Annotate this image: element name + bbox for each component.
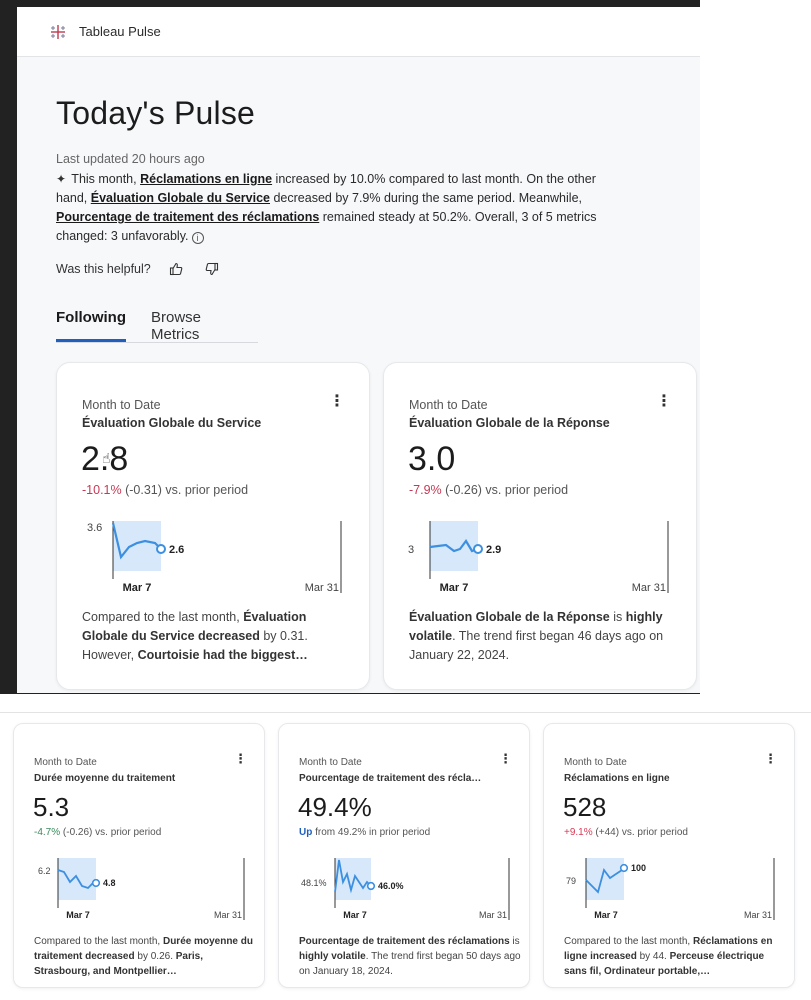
metrics-tabs: Following Browse Metrics xyxy=(56,309,258,343)
app-header: Tableau Pulse xyxy=(17,7,700,57)
card-change: +9.1% (+44) vs. prior period xyxy=(564,827,688,838)
sparkline-highlight xyxy=(113,521,161,571)
sparkline-x-start: Mar 7 xyxy=(440,582,469,593)
sparkline-x-end: Mar 31 xyxy=(744,910,772,920)
sparkline-end-point xyxy=(156,544,166,554)
sparkline-chart: 48.1% 46.0% Mar 7 Mar 31 xyxy=(301,858,510,920)
sparkline-x-end: Mar 31 xyxy=(632,582,666,593)
card-change-percent: -10.1% xyxy=(82,483,122,497)
sparkline-end-label: 100 xyxy=(631,863,646,873)
tableau-logo-icon[interactable] xyxy=(49,23,67,41)
sparkline-start-label: 48.1% xyxy=(301,878,327,888)
card-change: -7.9% (-0.26) vs. prior period xyxy=(409,483,569,497)
metric-card[interactable]: Month to Date Réclamations en ligne ⋮ 52… xyxy=(543,723,795,988)
sparkline-x-end: Mar 31 xyxy=(214,910,242,920)
feedback-label: Was this helpful? xyxy=(56,262,151,276)
card-value: 528 xyxy=(563,792,607,822)
sparkline-end-point xyxy=(366,881,376,891)
sparkline-start-label: 6.2 xyxy=(38,866,51,876)
sparkline-x-end: Mar 31 xyxy=(305,582,339,593)
card-description: Compared to the last month, Durée moyenn… xyxy=(34,936,253,977)
metric-card[interactable]: Month to Date Pourcentage de traitement … xyxy=(278,723,530,988)
feedback-row: Was this helpful? xyxy=(56,258,616,280)
card-metric-name: Réclamations en ligne xyxy=(564,773,670,784)
pulse-panel: Tableau Pulse Today's Pulse Last updated… xyxy=(17,7,700,693)
sparkline-end-label: 4.8 xyxy=(103,878,116,888)
card-period: Month to Date xyxy=(34,757,97,768)
bottom-window: Month to Date Durée moyenne du traitemen… xyxy=(0,712,811,1000)
info-icon[interactable]: i xyxy=(191,232,204,244)
card-change-percent: -7.9% xyxy=(409,483,442,497)
card-period: Month to Date xyxy=(299,757,362,768)
card-change: -10.1% (-0.31) vs. prior period xyxy=(82,483,249,497)
card-metric-name: Durée moyenne du traitement xyxy=(34,773,176,784)
sparkline-start-label: 3.6 xyxy=(87,522,102,534)
sparkline-x-start: Mar 7 xyxy=(343,910,367,920)
sparkline-x-start: Mar 7 xyxy=(594,910,618,920)
sparkline-start-label: 3 xyxy=(408,544,414,556)
metric-card[interactable]: Month to Date Durée moyenne du traitemen… xyxy=(13,723,265,988)
card-change: Up from 49.2% in prior period xyxy=(299,827,431,838)
card-period: Month to Date xyxy=(409,398,488,412)
todays-pulse-section: Today's Pulse Last updated 20 hours ago … xyxy=(56,95,616,280)
sparkle-icon: ✦ xyxy=(56,172,67,186)
sparkline-x-start: Mar 7 xyxy=(66,910,90,920)
more-vertical-icon[interactable]: ⋮ xyxy=(329,391,345,411)
mouse-cursor-icon: ☝ xyxy=(102,450,111,466)
sparkline-end-label: 2.6 xyxy=(169,544,184,556)
tab-following[interactable]: Following xyxy=(56,309,126,342)
card-description: Compared to the last month, Réclamations… xyxy=(564,936,773,977)
sparkline-x-end: Mar 31 xyxy=(479,910,507,920)
metric-card[interactable]: Month to Date Évaluation Globale de la R… xyxy=(383,362,697,690)
screen-gap xyxy=(0,694,811,712)
sparkline-end-point xyxy=(91,878,101,888)
card-change-percent: Up xyxy=(299,827,313,838)
card-period: Month to Date xyxy=(564,757,627,768)
sparkline-end-label: 46.0% xyxy=(378,881,404,891)
card-change-percent: -4.7% xyxy=(34,827,61,838)
card-metric-name: Pourcentage de traitement des récla… xyxy=(299,773,482,784)
card-value: 49.4% xyxy=(298,792,372,822)
card-value: 5.3 xyxy=(33,792,70,822)
card-change-percent: +9.1% xyxy=(564,827,593,838)
metric-link-pourcentage[interactable]: Pourcentage de traitement des réclamatio… xyxy=(56,210,319,224)
metric-link-reclamations[interactable]: Réclamations en ligne xyxy=(140,172,272,186)
card-change: -4.7% (-0.26) vs. prior period xyxy=(34,827,162,838)
thumbs-down-icon[interactable] xyxy=(201,258,223,280)
sparkline-chart: 6.2 4.8 Mar 7 Mar 31 xyxy=(38,858,245,920)
more-vertical-icon[interactable]: ⋮ xyxy=(764,751,777,767)
sparkline-end-point xyxy=(619,863,629,873)
card-description: Compared to the last month, Évaluation G… xyxy=(82,610,308,662)
metric-link-evaluation-service[interactable]: Évaluation Globale du Service xyxy=(91,191,270,205)
pulse-summary: ✦ This month, Réclamations en ligne incr… xyxy=(56,172,597,244)
top-window: Tableau Pulse Today's Pulse Last updated… xyxy=(0,0,811,694)
card-description: Évaluation Globale de la Réponse is high… xyxy=(409,610,664,662)
sparkline-x-start: Mar 7 xyxy=(123,582,152,593)
more-vertical-icon[interactable]: ⋮ xyxy=(234,751,247,767)
tab-browse-metrics[interactable]: Browse Metrics xyxy=(151,309,233,343)
card-description: Pourcentage de traitement des réclamatio… xyxy=(299,936,521,977)
card-value: 3.0 xyxy=(408,440,456,478)
page-title: Today's Pulse xyxy=(56,95,256,131)
sparkline-chart: 79 100 Mar 7 Mar 31 xyxy=(566,858,775,920)
card-metric-name: Évaluation Globale de la Réponse xyxy=(409,416,610,430)
sparkline-end-point xyxy=(473,544,483,554)
card-period: Month to Date xyxy=(82,398,161,412)
app-title: Tableau Pulse xyxy=(79,24,161,39)
sparkline-chart: 3.6 2.6 Mar 7 Mar 31 xyxy=(87,521,342,593)
last-updated-text: Last updated 20 hours ago xyxy=(56,152,205,166)
sparkline-chart: 3 2.9 Mar 7 Mar 31 xyxy=(408,521,669,593)
sparkline-start-label: 79 xyxy=(566,876,576,886)
sparkline-end-label: 2.9 xyxy=(486,544,501,556)
card-metric-name: Évaluation Globale du Service xyxy=(82,416,262,430)
metric-card[interactable]: Month to Date Évaluation Globale du Serv… xyxy=(56,362,370,690)
background-area xyxy=(700,0,811,694)
thumbs-up-icon[interactable] xyxy=(165,258,187,280)
more-vertical-icon[interactable]: ⋮ xyxy=(656,391,672,411)
sparkline-highlight xyxy=(586,858,624,900)
more-vertical-icon[interactable]: ⋮ xyxy=(499,751,512,767)
